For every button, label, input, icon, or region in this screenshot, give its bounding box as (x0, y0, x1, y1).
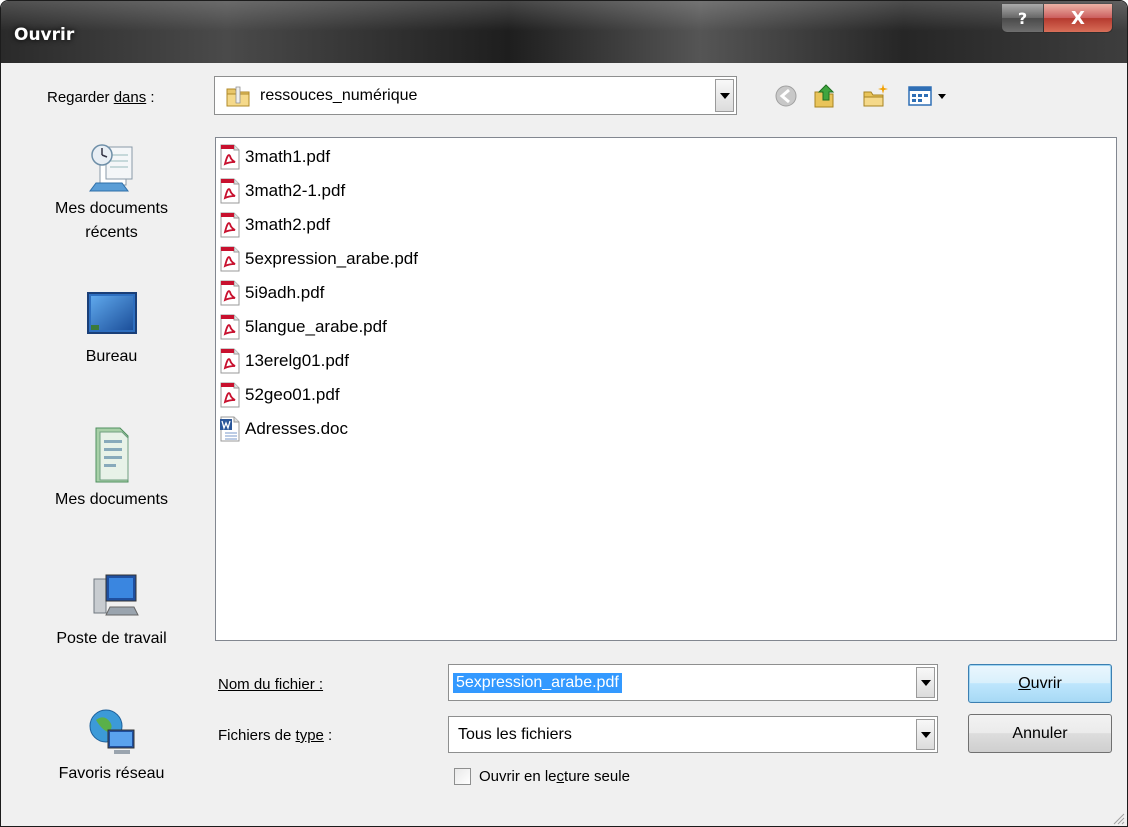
look-in-combobox[interactable]: ressouces_numérique (214, 76, 737, 115)
cancel-button[interactable]: Annuler (968, 714, 1112, 753)
place-network[interactable]: Favoris réseau (19, 702, 204, 786)
help-button[interactable]: ? (1002, 4, 1044, 32)
filename-input[interactable]: 5expression_arabe.pdf (453, 672, 622, 693)
up-folder-icon[interactable] (811, 82, 839, 110)
pdf-file-icon (219, 144, 241, 170)
filename-label: Nom du fichier : (218, 676, 324, 693)
my-computer-icon (82, 567, 142, 627)
filename-combobox[interactable]: 5expression_arabe.pdf (448, 664, 938, 701)
title-bar[interactable]: Ouvrir ? X (1, 1, 1127, 63)
file-list[interactable]: 3math1.pdf 3math2-1.pdf 3math2.pdf 5expr… (215, 137, 1117, 641)
views-menu-icon[interactable] (906, 82, 950, 110)
word-file-icon (219, 416, 241, 442)
place-label-line2: récents (85, 224, 138, 241)
readonly-checkbox[interactable] (454, 768, 471, 785)
readonly-label[interactable]: Ouvrir en lecture seule (479, 768, 630, 785)
filetype-value: Tous les fichiers (458, 725, 572, 743)
place-label: Mes documents (55, 491, 168, 508)
look-in-value: ressouces_numérique (260, 86, 418, 104)
place-recent-documents[interactable]: Mes documents récents (19, 137, 204, 245)
place-label: Bureau (85, 348, 138, 365)
list-item[interactable]: 13erelg01.pdf (219, 344, 349, 377)
folder-icon (225, 83, 251, 109)
list-item[interactable]: 3math1.pdf (219, 140, 330, 173)
look-in-dropdown-arrow[interactable] (715, 79, 734, 112)
open-file-dialog: Ouvrir ? X Regarder dans : ressouces_num… (0, 0, 1128, 827)
dialog-title: Ouvrir (14, 25, 75, 45)
close-button[interactable]: X (1044, 4, 1112, 32)
place-my-computer[interactable]: Poste de travail (19, 567, 204, 651)
desktop-icon (82, 285, 142, 345)
resize-grip-icon[interactable] (1111, 810, 1125, 825)
back-icon[interactable] (772, 82, 800, 110)
open-button[interactable]: Ouvrir (968, 664, 1112, 703)
pdf-file-icon (219, 348, 241, 374)
pdf-file-icon (219, 212, 241, 238)
list-item[interactable]: 3math2.pdf (219, 208, 330, 241)
pdf-file-icon (219, 246, 241, 272)
network-places-icon (82, 702, 142, 762)
help-icon: ? (1017, 8, 1028, 28)
new-folder-icon[interactable] (861, 82, 889, 110)
list-item[interactable]: Adresses.doc (219, 412, 348, 445)
look-in-label: Regarder dans : (47, 89, 155, 106)
list-item[interactable]: 3math2-1.pdf (219, 174, 345, 207)
list-item[interactable]: 5langue_arabe.pdf (219, 310, 387, 343)
pdf-file-icon (219, 382, 241, 408)
close-icon: X (1071, 7, 1085, 29)
filename-dropdown-arrow[interactable] (916, 667, 935, 698)
pdf-file-icon (219, 314, 241, 340)
dialog-body: Regarder dans : ressouces_numérique Mes … (1, 63, 1127, 826)
place-desktop[interactable]: Bureau (19, 285, 204, 369)
list-item[interactable]: 5expression_arabe.pdf (219, 242, 418, 275)
my-documents-icon (82, 422, 142, 488)
place-label: Poste de travail (56, 630, 167, 647)
filetype-combobox[interactable]: Tous les fichiers (448, 716, 938, 753)
place-label: Favoris réseau (58, 765, 165, 782)
pdf-file-icon (219, 178, 241, 204)
list-item[interactable]: 52geo01.pdf (219, 378, 340, 411)
recent-documents-icon (82, 137, 142, 197)
filetype-label: Fichiers de type : (218, 727, 333, 744)
places-bar: Mes documents récents Bureau Mes documen… (19, 137, 204, 826)
filetype-dropdown-arrow[interactable] (916, 719, 935, 750)
pdf-file-icon (219, 280, 241, 306)
place-my-documents[interactable]: Mes documents (19, 422, 204, 512)
caption-buttons: ? X (1001, 3, 1113, 33)
place-label: Mes documents (55, 200, 168, 217)
list-item[interactable]: 5i9adh.pdf (219, 276, 324, 309)
